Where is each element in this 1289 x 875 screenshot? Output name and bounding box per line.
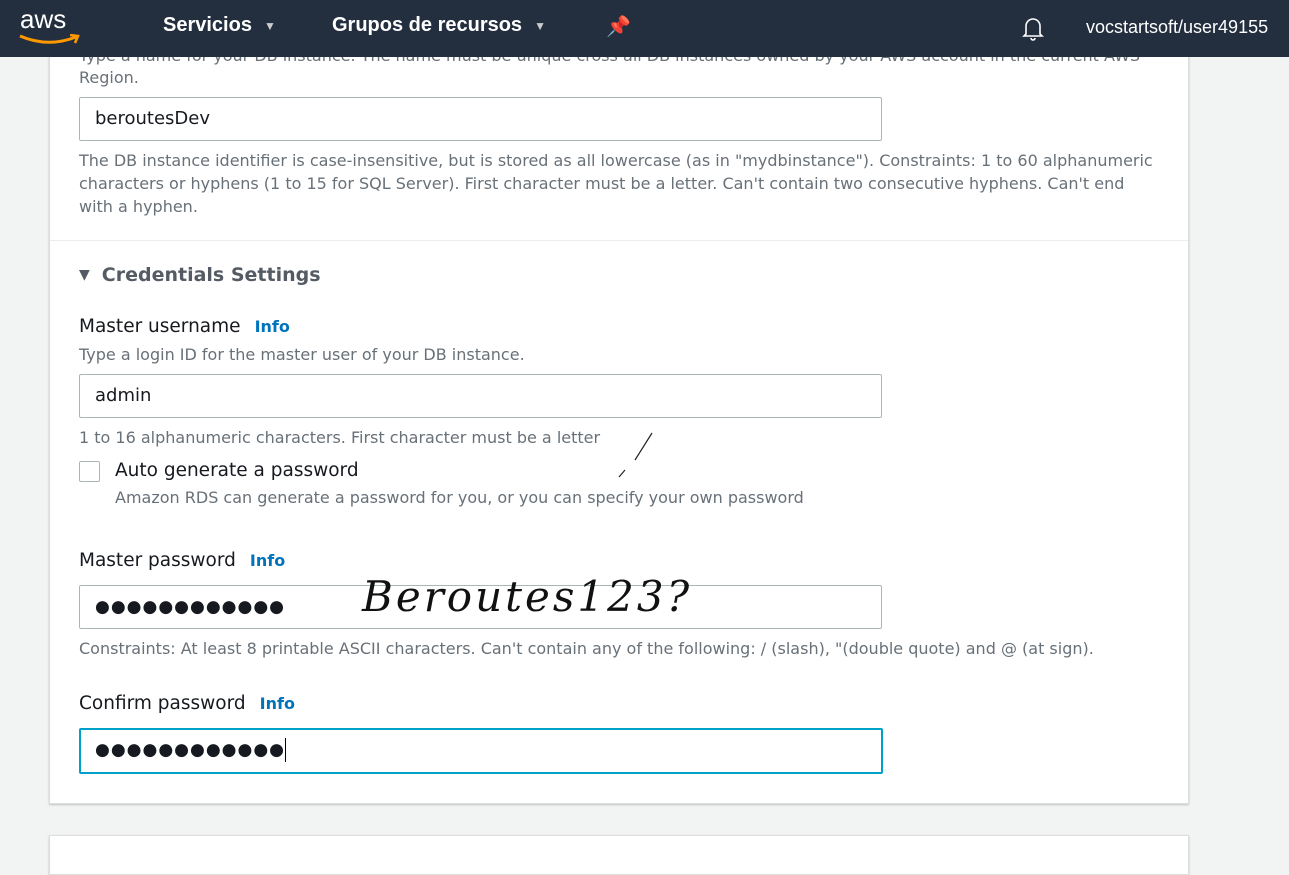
aws-logo[interactable]: aws xyxy=(18,4,82,48)
identifier-constraints-1: The DB instance identifier is case-insen… xyxy=(79,151,1153,170)
text-cursor xyxy=(285,738,287,762)
auto-generate-help: Amazon RDS can generate a password for y… xyxy=(115,488,804,507)
master-username-constraints: 1 to 16 alphanumeric characters. First c… xyxy=(79,428,601,447)
master-password-label-row: Master password Info xyxy=(79,550,285,571)
master-username-label: Master username xyxy=(79,316,241,337)
aws-smile-icon xyxy=(19,34,80,44)
master-password-info-link[interactable]: Info xyxy=(250,551,285,570)
section-divider xyxy=(50,240,1188,241)
bell-icon[interactable] xyxy=(1020,14,1046,46)
handwritten-password-annotation: Beroutes123? xyxy=(362,572,693,621)
master-password-label: Master password xyxy=(79,550,236,571)
identifier-constraints-2: characters or hyphens (1 to 15 for SQL S… xyxy=(79,174,1125,193)
resource-groups-menu[interactable]: Grupos de recursos ▼ xyxy=(332,14,546,37)
confirm-password-value: ●●●●●●●●●●●● xyxy=(95,740,286,760)
pin-icon[interactable]: 📌 xyxy=(606,14,631,38)
credentials-settings-toggle[interactable]: ▼ Credentials Settings xyxy=(79,264,321,286)
services-menu[interactable]: Servicios ▼ xyxy=(163,14,276,37)
identifier-help-2: Region. xyxy=(79,68,139,87)
master-username-info-link[interactable]: Info xyxy=(255,317,290,336)
auto-generate-password-checkbox[interactable] xyxy=(79,461,100,482)
master-password-constraints: Constraints: At least 8 printable ASCII … xyxy=(79,639,1094,658)
identifier-constraints-3: with a hyphen. xyxy=(79,197,198,216)
master-username-input[interactable]: admin xyxy=(79,374,882,418)
chevron-down-icon: ▼ xyxy=(263,18,276,33)
next-card xyxy=(49,835,1189,875)
confirm-password-info-link[interactable]: Info xyxy=(260,694,295,713)
resource-groups-label: Grupos de recursos xyxy=(332,14,523,36)
auto-generate-label: Auto generate a password xyxy=(115,460,359,481)
confirm-password-input[interactable]: ●●●●●●●●●●●● xyxy=(79,728,883,774)
aws-logo-text: aws xyxy=(20,4,67,34)
master-username-label-row: Master username Info xyxy=(79,316,290,337)
top-nav-bar: aws Servicios ▼ Grupos de recursos ▼ 📌 voc… xyxy=(0,0,1289,57)
confirm-password-label: Confirm password xyxy=(79,693,246,714)
chevron-down-icon: ▼ xyxy=(534,18,546,33)
user-account-menu[interactable]: vocstartsoft/user49155 xyxy=(1086,17,1268,38)
master-username-help: Type a login ID for the master user of y… xyxy=(79,345,525,364)
credentials-title: Credentials Settings xyxy=(101,264,321,286)
db-instance-identifier-input[interactable]: beroutesDev xyxy=(79,97,882,141)
services-label: Servicios xyxy=(163,14,252,36)
handwritten-stroke xyxy=(618,432,653,478)
caret-down-icon: ▼ xyxy=(79,267,90,283)
confirm-password-label-row: Confirm password Info xyxy=(79,693,295,714)
